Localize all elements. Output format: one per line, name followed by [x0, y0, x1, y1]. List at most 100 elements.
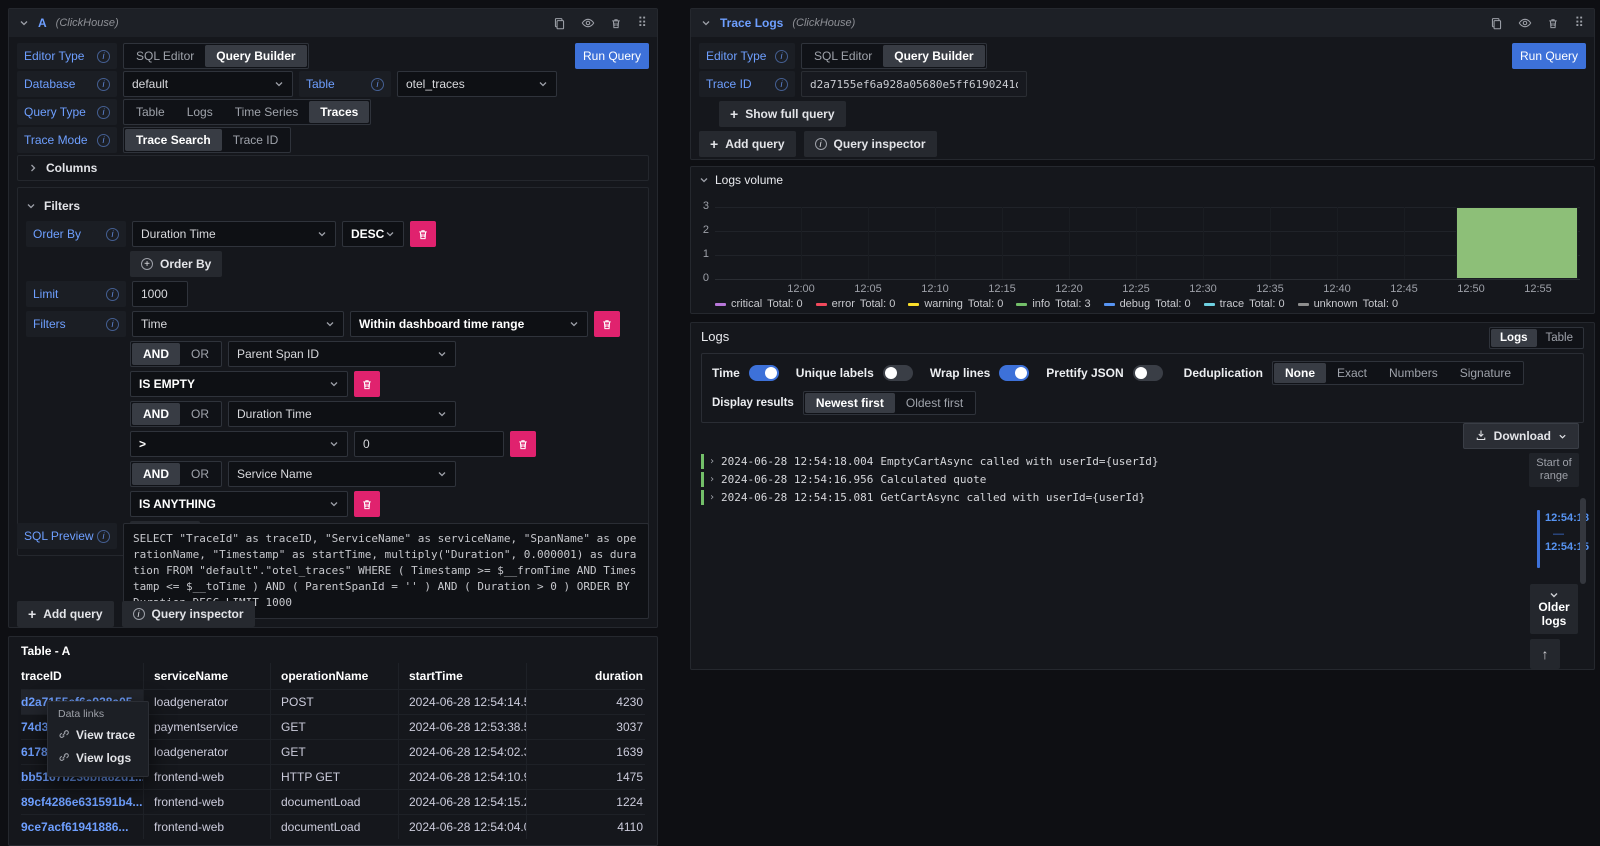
order-by-field-select[interactable]: Duration Time [132, 221, 336, 247]
add-order-by-button[interactable]: +Order By [130, 251, 222, 277]
legend-item[interactable]: debugTotal: 0 [1104, 298, 1191, 310]
view-table-tab[interactable]: Table [1537, 329, 1583, 347]
legend-item[interactable]: warningTotal: 0 [908, 298, 1003, 310]
oldest-first-option[interactable]: Oldest first [895, 393, 974, 413]
expand-log-chevron-icon[interactable]: › [709, 456, 715, 467]
show-full-query-button[interactable]: +Show full query [719, 101, 846, 127]
info-icon[interactable]: i [97, 50, 110, 63]
view-logs-tab[interactable]: Logs [1491, 329, 1536, 347]
remove-filter-button[interactable] [510, 431, 536, 457]
info-icon[interactable]: i [775, 50, 788, 63]
and-option[interactable]: AND [132, 463, 180, 485]
legend-item[interactable]: traceTotal: 0 [1204, 298, 1285, 310]
query-inspector-button[interactable]: iQuery inspector [122, 601, 255, 627]
filter-operator-select[interactable]: IS EMPTY [130, 371, 348, 397]
filter-field-select[interactable]: Duration Time [228, 401, 456, 427]
time-toggle[interactable] [749, 365, 779, 381]
limit-input[interactable] [132, 281, 188, 307]
or-option[interactable]: OR [180, 403, 220, 425]
trace-id-input[interactable] [801, 71, 1027, 97]
remove-filter-button[interactable] [354, 491, 380, 517]
tab-logs[interactable]: Logs [176, 101, 224, 123]
database-select[interactable]: default [123, 71, 293, 97]
col-header-duration[interactable]: duration [526, 663, 645, 689]
info-icon[interactable]: i [97, 106, 110, 119]
hide-response-eye-icon[interactable] [1518, 16, 1532, 30]
prettify-json-toggle[interactable] [1133, 365, 1163, 381]
tab-trace-search[interactable]: Trace Search [125, 129, 222, 151]
filter-operator-select[interactable]: IS ANYTHING [130, 491, 348, 517]
remove-query-trash-icon[interactable] [1547, 17, 1559, 30]
filter-time-operator-select[interactable]: Within dashboard time range [350, 311, 588, 337]
collapse-chevron-icon[interactable] [19, 18, 29, 28]
info-icon[interactable]: i [775, 78, 788, 91]
dedup-signature[interactable]: Signature [1449, 363, 1522, 383]
trace-id-link[interactable]: 9ce7acf61941886... [21, 815, 143, 839]
expand-log-chevron-icon[interactable]: › [709, 474, 715, 485]
scroll-to-top-button[interactable]: ↑ [1530, 639, 1560, 669]
log-row[interactable]: › 2024-06-28 12:54:15.081 GetCartAsync c… [701, 489, 1484, 506]
dedup-none[interactable]: None [1274, 363, 1326, 383]
legend-item[interactable]: criticalTotal: 0 [715, 298, 803, 310]
tab-trace-id[interactable]: Trace ID [222, 129, 290, 151]
remove-order-by-button[interactable] [410, 221, 436, 247]
logs-volume-header[interactable]: Logs volume [699, 173, 783, 187]
wrap-lines-toggle[interactable] [999, 365, 1029, 381]
and-option[interactable]: AND [132, 403, 180, 425]
query-ref-id[interactable]: A [38, 16, 47, 30]
unique-labels-toggle[interactable] [883, 365, 913, 381]
collapse-chevron-icon[interactable] [701, 18, 711, 28]
filter-field-select[interactable]: Parent Span ID [228, 341, 456, 367]
filters-section-toggle[interactable]: Filters [26, 195, 640, 217]
info-icon[interactable]: i [97, 134, 110, 147]
info-icon[interactable]: i [97, 530, 110, 543]
dedup-exact[interactable]: Exact [1326, 363, 1378, 383]
tab-sql-editor[interactable]: SQL Editor [125, 45, 205, 67]
legend-item[interactable]: infoTotal: 3 [1016, 298, 1090, 310]
drag-handle-icon[interactable]: ⠿ [637, 15, 647, 31]
filter-value-input[interactable] [354, 431, 504, 457]
view-trace-link[interactable]: View trace [58, 725, 138, 745]
legend-item[interactable]: errorTotal: 0 [816, 298, 896, 310]
tab-table[interactable]: Table [125, 101, 176, 123]
view-logs-link[interactable]: View logs [58, 748, 138, 768]
col-header-traceid[interactable]: traceID [21, 663, 143, 689]
order-by-direction-select[interactable]: DESC [342, 221, 404, 247]
expand-log-chevron-icon[interactable]: › [709, 492, 715, 503]
add-query-button[interactable]: +Add query [699, 131, 796, 157]
col-header-servicename[interactable]: serviceName [143, 663, 270, 689]
newest-first-option[interactable]: Newest first [805, 393, 895, 413]
tab-sql-editor[interactable]: SQL Editor [803, 45, 883, 67]
remove-query-trash-icon[interactable] [610, 17, 622, 30]
col-header-starttime[interactable]: startTime [398, 663, 526, 689]
filter-field-select[interactable]: Service Name [228, 461, 456, 487]
columns-section-toggle[interactable]: Columns [17, 155, 649, 181]
older-logs-button[interactable]: Older logs [1530, 584, 1578, 634]
info-icon[interactable]: i [106, 288, 119, 301]
run-query-button[interactable]: Run Query [1512, 43, 1586, 69]
duplicate-query-icon[interactable] [553, 17, 566, 30]
info-icon[interactable]: i [106, 228, 119, 241]
tab-query-builder[interactable]: Query Builder [205, 45, 306, 67]
or-option[interactable]: OR [180, 343, 220, 365]
trace-id-link[interactable]: 89cf4286e631591b4... [21, 790, 143, 814]
drag-handle-icon[interactable]: ⠿ [1574, 15, 1584, 31]
info-icon[interactable]: i [97, 78, 110, 91]
duplicate-query-icon[interactable] [1490, 17, 1503, 30]
legend-item[interactable]: unknownTotal: 0 [1298, 298, 1399, 310]
tab-query-builder[interactable]: Query Builder [883, 45, 984, 67]
add-query-button[interactable]: +Add query [17, 601, 114, 627]
query-ref-id[interactable]: Trace Logs [720, 16, 783, 30]
log-row[interactable]: › 2024-06-28 12:54:16.956 Calculated quo… [701, 471, 1484, 488]
run-query-button[interactable]: Run Query [575, 43, 649, 69]
log-scrollbar-thumb[interactable] [1580, 498, 1586, 584]
hide-response-eye-icon[interactable] [581, 16, 595, 30]
info-icon[interactable]: i [371, 78, 384, 91]
remove-filter-button[interactable] [594, 311, 620, 337]
filter-operator-select[interactable]: > [130, 431, 348, 457]
log-row[interactable]: › 2024-06-28 12:54:18.004 EmptyCartAsync… [701, 453, 1484, 470]
and-option[interactable]: AND [132, 343, 180, 365]
info-icon[interactable]: i [106, 318, 119, 331]
col-header-operationname[interactable]: operationName [270, 663, 398, 689]
filter-time-field-select[interactable]: Time [132, 311, 344, 337]
